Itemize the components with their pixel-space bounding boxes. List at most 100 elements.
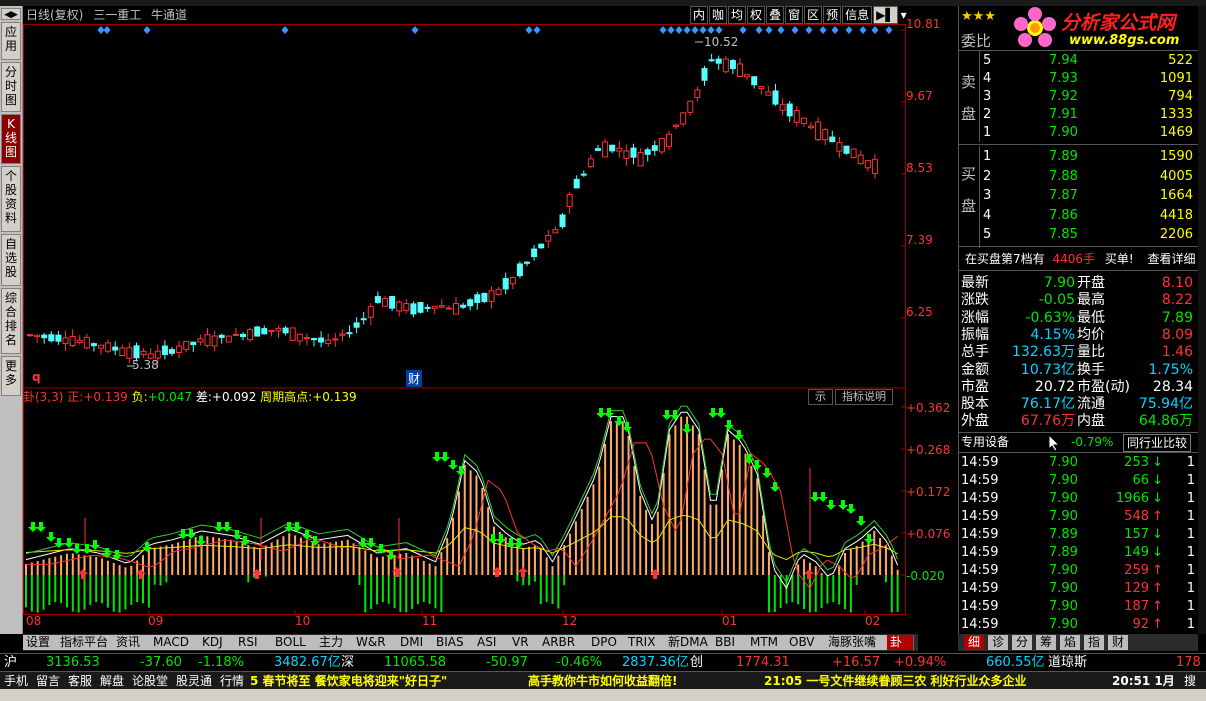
left-tab-watchlist[interactable]: 自选股 (1, 234, 21, 286)
candle-body (637, 152, 644, 167)
tab-diagnose[interactable]: 诊 (988, 635, 1008, 650)
dj-value: 178 (1176, 655, 1201, 670)
status-mobile[interactable]: 手机 (4, 672, 28, 690)
kline-chart[interactable] (23, 24, 908, 634)
indicator-help-button[interactable]: 指标说明 (835, 389, 893, 405)
toolbar-window-button[interactable]: 窗 (785, 6, 804, 24)
tick-volume: 92 (1132, 617, 1149, 632)
tab-gua[interactable]: 卦 (887, 635, 914, 650)
quote-value: 4.15% (1030, 326, 1075, 343)
tab-finance[interactable]: 财 (1108, 635, 1128, 650)
buy-volume: 1590 (1159, 149, 1193, 164)
toolbar-range-button[interactable]: 区 (804, 6, 823, 24)
quote-row: 股本 76.17亿 流通 75.94亿 (959, 395, 1199, 413)
tab-chips[interactable]: 筹 (1036, 635, 1056, 650)
toolbar-overlay-button[interactable]: 叠 (766, 6, 785, 24)
tab-dpo[interactable]: DPO (588, 635, 627, 650)
down-signal-arrow (818, 492, 828, 502)
tab-detail[interactable]: 细 (964, 635, 984, 650)
tab-kdj[interactable]: KDJ (199, 635, 238, 650)
buy-level-row[interactable]: 5 7.85 2206 (959, 226, 1199, 244)
down-signal-arrow (682, 424, 692, 434)
tick-row: 14:59 7.89 149 ↓ 1 (959, 544, 1199, 562)
tab-news[interactable]: 资讯 (113, 635, 152, 650)
quote-value: 75.94亿 (1138, 396, 1193, 413)
candle-body (169, 349, 175, 354)
tab-index[interactable]: 指 (1084, 635, 1104, 650)
left-tab-kline[interactable]: K线图 (1, 114, 21, 164)
tab-vr[interactable]: VR (509, 635, 542, 650)
tab-new-dma[interactable]: 新DMA (665, 635, 714, 650)
tab-trix[interactable]: TRIX (625, 635, 668, 650)
tab-main-force[interactable]: 主力 (316, 635, 355, 650)
tab-bias[interactable]: BIAS (433, 635, 476, 650)
left-tab-intraday[interactable]: 分时图 (1, 62, 21, 112)
indicator-tab-bar: 设置 指标平台 资讯 MACD KDJ RSI BOLL 主力 W&R DMI … (23, 634, 918, 651)
tick-row: 14:59 7.90 259 ↑ 1 (959, 562, 1199, 580)
view-detail-link[interactable]: 查看详细 (1147, 252, 1195, 266)
left-tab-more[interactable]: 更多 (1, 356, 21, 396)
candle-body (680, 112, 687, 125)
tab-rsi[interactable]: RSI (235, 635, 274, 650)
status-search[interactable]: 搜 (1184, 672, 1196, 690)
tab-flame[interactable]: 焰 (1060, 635, 1080, 650)
candle-body (481, 292, 488, 303)
candle-body (580, 173, 587, 176)
tab-mtm[interactable]: MTM (747, 635, 788, 650)
tab-asi[interactable]: ASI (474, 635, 511, 650)
toolbar-info-button[interactable]: 信息 (842, 6, 873, 24)
candle-body (431, 305, 438, 309)
sell-level-row[interactable]: 2 7.91 1333 (959, 106, 1199, 124)
buy-level-row[interactable]: 2 7.88 4005 (959, 168, 1199, 186)
toolbar-b2-button[interactable]: 咖 (709, 6, 728, 24)
status-quotes[interactable]: 行情 (220, 672, 244, 690)
sell-level-row[interactable]: 3 7.92 794 (959, 88, 1199, 106)
toolbar-ma-button[interactable]: 均 (728, 6, 747, 24)
industry-name[interactable]: 专用设备 (961, 435, 1009, 449)
tab-dolphin[interactable]: 海豚张嘴 (825, 635, 890, 650)
chart-period[interactable]: 日线(复权) (26, 8, 83, 22)
tab-price-dist[interactable]: 分 (1012, 635, 1032, 650)
right-scrollbar[interactable] (1198, 6, 1206, 634)
finance-marker[interactable]: 财 (406, 370, 423, 387)
news-headline-1[interactable]: 5 春节将至 餐饮家电将迎来"好日子" (250, 672, 447, 690)
tab-bbi[interactable]: BBI (712, 635, 749, 650)
tab-dmi[interactable]: DMI (397, 635, 436, 650)
tab-settings[interactable]: 设置 (23, 635, 58, 650)
tab-macd[interactable]: MACD (150, 635, 202, 650)
tab-boll[interactable]: BOLL (272, 635, 319, 650)
toolbar-inner-button[interactable]: 内 (690, 6, 709, 24)
candle-body (389, 295, 396, 309)
tab-obv[interactable]: OBV (786, 635, 827, 650)
toolbar-arrow-icon[interactable]: ▶▌ (873, 6, 898, 24)
indicator-name[interactable]: 卦(3,3) (23, 390, 63, 404)
tab-arbr[interactable]: ARBR (539, 635, 590, 650)
industry-compare-button[interactable]: 同行业比较 (1123, 434, 1192, 452)
tab-indicator-platform[interactable]: 指标平台 (57, 635, 114, 650)
tick-volume: 157 (1124, 527, 1149, 542)
buy-level-row[interactable]: 1 7.89 1590 (959, 148, 1199, 166)
indicator-show-button[interactable]: 示 (808, 389, 833, 405)
left-tab-apps[interactable]: 应用 (1, 22, 21, 60)
news-headline-2[interactable]: 高手教你牛市如何收益翻倍! (528, 672, 677, 690)
buy-level-row[interactable]: 3 7.87 1664 (959, 187, 1199, 205)
sell-level-row[interactable]: 5 7.94 522 (959, 52, 1199, 70)
scroll-left-icon[interactable]: ◀▶ (1, 8, 21, 20)
status-service[interactable]: 客服 (68, 672, 92, 690)
quote-row: 涨幅 -0.63% 最低 7.89 (959, 309, 1199, 327)
buy-level-row[interactable]: 4 7.86 4418 (959, 207, 1199, 225)
news-headline-3[interactable]: 21:05 一号文件继续眷顾三农 利好行业众多企业 (764, 672, 1027, 690)
status-forum[interactable]: 论股堂 (132, 672, 168, 690)
status-gulingtong[interactable]: 股灵通 (176, 672, 212, 690)
buy-level: 5 (983, 227, 992, 242)
left-tab-profile[interactable]: 个股资料 (1, 166, 21, 232)
toolbar-forecast-button[interactable]: 预 (823, 6, 842, 24)
status-analysis[interactable]: 解盘 (100, 672, 124, 690)
left-tab-ranking[interactable]: 综合排名 (1, 288, 21, 354)
sell-level-row[interactable]: 1 7.90 1469 (959, 124, 1199, 142)
sell-level-row[interactable]: 4 7.93 1091 (959, 70, 1199, 88)
toolbar-rights-button[interactable]: 权 (747, 6, 766, 24)
logo-title: 分析家公式网 (1061, 12, 1176, 34)
tab-wr[interactable]: W&R (353, 635, 400, 650)
status-message[interactable]: 留言 (36, 672, 60, 690)
